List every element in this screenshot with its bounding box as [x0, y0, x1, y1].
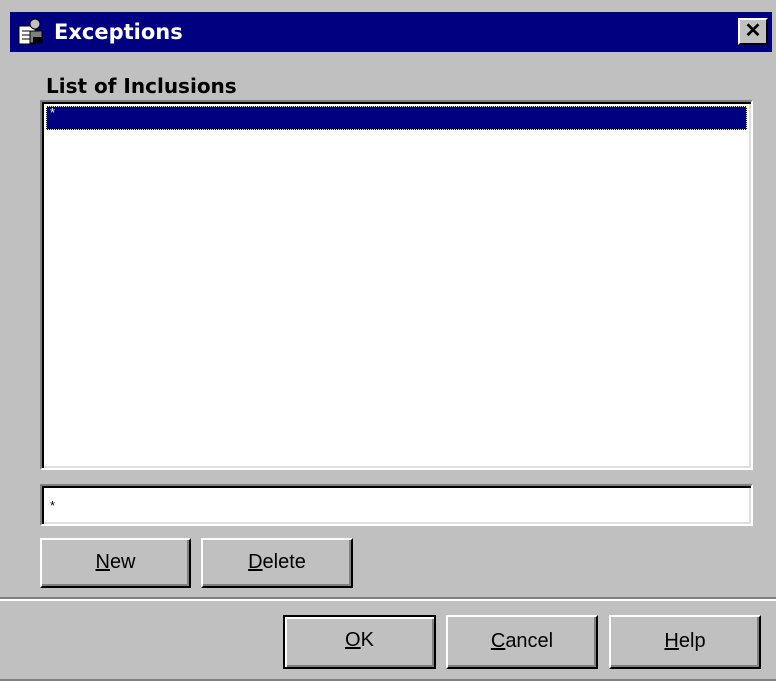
ok-button[interactable]: OK — [283, 615, 436, 669]
help-button[interactable]: Help — [609, 615, 761, 669]
exceptions-dialog: Exceptions ✕ List of Inclusions * New De… — [0, 0, 776, 681]
help-button-accel: H — [664, 630, 679, 652]
delete-button[interactable]: Delete — [201, 538, 353, 588]
close-button[interactable]: ✕ — [738, 18, 768, 45]
window-title: Exceptions — [54, 20, 183, 44]
list-item[interactable]: * — [46, 106, 747, 130]
inclusions-listbox[interactable]: * — [40, 100, 753, 470]
ok-button-accel: O — [345, 629, 361, 651]
title-bar[interactable]: Exceptions ✕ — [10, 12, 772, 52]
inclusion-entry-field[interactable] — [40, 484, 753, 526]
help-button-label: elp — [678, 630, 706, 652]
delete-button-label: elete — [262, 551, 306, 573]
cancel-button[interactable]: Cancel — [446, 615, 598, 669]
exceptions-app-icon — [18, 18, 43, 45]
close-icon: ✕ — [744, 20, 762, 42]
new-button-accel: N — [95, 551, 110, 573]
cancel-button-label: ancel — [505, 630, 554, 652]
list-item-text: * — [50, 105, 56, 120]
new-button[interactable]: New — [40, 538, 191, 588]
cancel-button-accel: C — [490, 630, 506, 652]
delete-button-accel: D — [248, 551, 263, 573]
footer-separator — [0, 597, 776, 601]
new-button-label: ew — [109, 551, 136, 573]
list-of-inclusions-label: List of Inclusions — [46, 74, 237, 98]
ok-button-label: K — [360, 629, 374, 651]
